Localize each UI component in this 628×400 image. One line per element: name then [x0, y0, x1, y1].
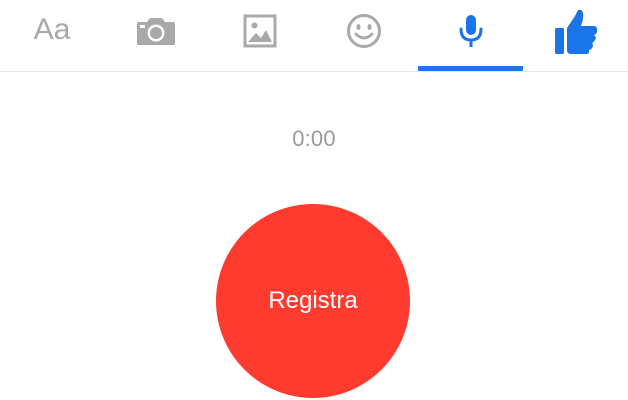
tab-camera[interactable]	[104, 0, 208, 72]
record-button-label: Registra	[268, 287, 358, 314]
microphone-icon	[459, 15, 482, 47]
tab-text[interactable]: Aa	[0, 0, 104, 72]
camera-icon	[137, 18, 175, 45]
smiley-icon	[347, 14, 381, 48]
active-tab-indicator	[418, 66, 523, 71]
record-button[interactable]: Registra	[216, 204, 410, 398]
image-icon	[243, 14, 277, 48]
tab-microphone[interactable]	[418, 0, 523, 72]
tab-emoji[interactable]	[312, 0, 416, 72]
composer-toolbar: Aa	[0, 0, 628, 72]
tab-gallery[interactable]	[208, 0, 312, 72]
tab-like[interactable]	[524, 0, 628, 72]
thumbs-up-icon	[555, 9, 598, 55]
text-aa-icon: Aa	[33, 13, 71, 46]
recording-timer: 0:00	[292, 126, 336, 151]
